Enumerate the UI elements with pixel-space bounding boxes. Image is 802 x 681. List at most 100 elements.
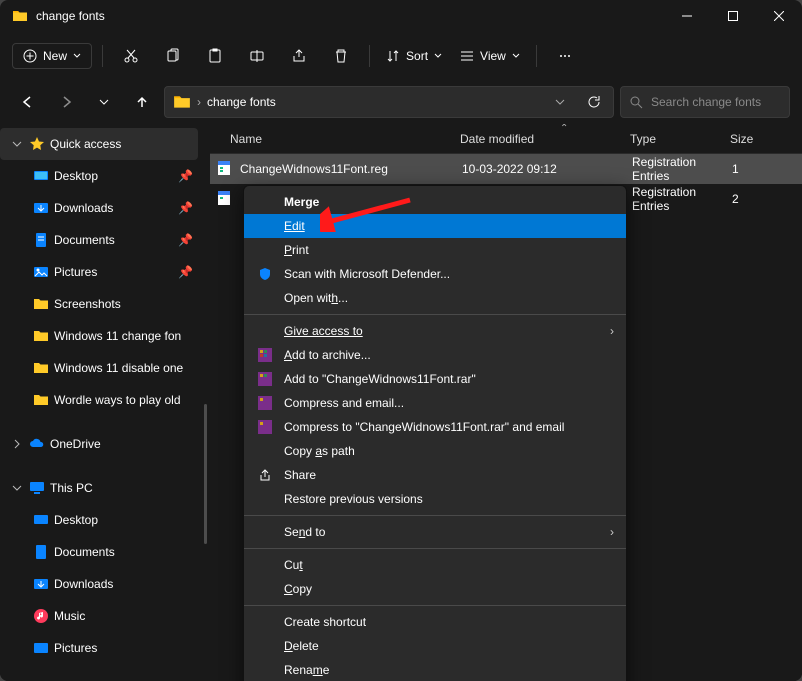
separator bbox=[244, 515, 626, 516]
chevron-right-icon[interactable]: › bbox=[197, 95, 201, 109]
search-icon bbox=[629, 95, 643, 109]
sidebar-item-screenshots[interactable]: Screenshots bbox=[0, 288, 198, 320]
chevron-right-icon[interactable] bbox=[10, 439, 24, 449]
close-button[interactable] bbox=[756, 0, 802, 32]
menu-giveaccess[interactable]: Give access to› bbox=[244, 319, 626, 343]
share-button[interactable] bbox=[281, 38, 317, 74]
winrar-icon bbox=[256, 346, 274, 364]
separator bbox=[244, 548, 626, 549]
sidebar-item-folder[interactable]: Windows 11 disable one bbox=[0, 352, 198, 384]
winrar-icon bbox=[256, 394, 274, 412]
menu-copypath[interactable]: Copy as path bbox=[244, 439, 626, 463]
desktop-icon bbox=[32, 511, 50, 529]
menu-addto[interactable]: Add to "ChangeWidnows11Font.rar" bbox=[244, 367, 626, 391]
recent-button[interactable] bbox=[88, 86, 120, 118]
downloads-icon bbox=[32, 575, 50, 593]
titlebar[interactable]: change fonts bbox=[0, 0, 802, 32]
copy-button[interactable] bbox=[155, 38, 191, 74]
pin-icon: 📌 bbox=[178, 233, 198, 247]
menu-share[interactable]: Share bbox=[244, 463, 626, 487]
menu-edit[interactable]: Edit bbox=[244, 214, 626, 238]
sidebar-item-desktop[interactable]: Desktop📌 bbox=[0, 160, 198, 192]
new-button[interactable]: New bbox=[12, 43, 92, 69]
file-size: 1 bbox=[732, 162, 739, 176]
folder-icon bbox=[173, 93, 191, 111]
sidebar-pc-desktop[interactable]: Desktop bbox=[0, 504, 198, 536]
view-button[interactable]: View bbox=[454, 45, 526, 67]
chevron-down-icon bbox=[434, 52, 442, 60]
minimize-button[interactable] bbox=[664, 0, 710, 32]
pictures-icon bbox=[32, 639, 50, 657]
sidebar-pc-pictures[interactable]: Pictures bbox=[0, 632, 198, 664]
sidebar-pc-downloads[interactable]: Downloads bbox=[0, 568, 198, 600]
menu-delete[interactable]: Delete bbox=[244, 634, 626, 658]
sidebar-pc-music[interactable]: Music bbox=[0, 600, 198, 632]
winrar-icon bbox=[256, 370, 274, 388]
music-icon bbox=[32, 607, 50, 625]
menu-openwith[interactable]: Open with... bbox=[244, 286, 626, 310]
sidebar-quick-access[interactable]: Quick access bbox=[0, 128, 198, 160]
menu-rename[interactable]: Rename bbox=[244, 658, 626, 681]
divider bbox=[102, 45, 103, 67]
sidebar-item-pictures[interactable]: Pictures📌 bbox=[0, 256, 198, 288]
menu-createshortcut[interactable]: Create shortcut bbox=[244, 610, 626, 634]
menu-copy[interactable]: Copy bbox=[244, 577, 626, 601]
chevron-right-icon: › bbox=[610, 324, 614, 338]
sidebar-onedrive[interactable]: OneDrive bbox=[0, 428, 198, 460]
rename-button[interactable] bbox=[239, 38, 275, 74]
file-row[interactable]: ChangeWidnows11Font.reg 10-03-2022 09:12… bbox=[210, 154, 802, 184]
sidebar-item-downloads[interactable]: Downloads📌 bbox=[0, 192, 198, 224]
sort-button[interactable]: Sort bbox=[380, 45, 448, 67]
back-button[interactable] bbox=[12, 86, 44, 118]
menu-compresstoemail[interactable]: Compress to "ChangeWidnows11Font.rar" an… bbox=[244, 415, 626, 439]
sidebar-pc-documents[interactable]: Documents bbox=[0, 536, 198, 568]
menu-scan[interactable]: Scan with Microsoft Defender... bbox=[244, 262, 626, 286]
cut-button[interactable] bbox=[113, 38, 149, 74]
menu-cut[interactable]: Cut bbox=[244, 553, 626, 577]
sidebar-item-folder[interactable]: Wordle ways to play old bbox=[0, 384, 198, 416]
folder-icon bbox=[32, 359, 50, 377]
reg-file-icon bbox=[216, 190, 234, 208]
menu-print[interactable]: Print bbox=[244, 238, 626, 262]
address-bar[interactable]: › change fonts bbox=[164, 86, 614, 118]
sidebar-item-folder[interactable]: Windows 11 change fon bbox=[0, 320, 198, 352]
sidebar[interactable]: Quick access Desktop📌 Downloads📌 Documen… bbox=[0, 124, 210, 681]
sort-label: Sort bbox=[406, 49, 428, 63]
breadcrumb-item[interactable]: change fonts bbox=[207, 95, 276, 109]
delete-button[interactable] bbox=[323, 38, 359, 74]
window-controls bbox=[664, 0, 802, 32]
nav-row: › change fonts Search change fonts bbox=[0, 80, 802, 124]
view-icon bbox=[460, 49, 474, 63]
divider bbox=[536, 45, 537, 67]
maximize-button[interactable] bbox=[710, 0, 756, 32]
menu-sendto[interactable]: Send to› bbox=[244, 520, 626, 544]
folder-icon bbox=[32, 391, 50, 409]
col-name[interactable]: Name bbox=[210, 132, 460, 146]
file-type: Registration Entries bbox=[632, 155, 732, 183]
more-button[interactable] bbox=[547, 38, 583, 74]
file-name: ChangeWidnows11Font.reg bbox=[240, 162, 462, 176]
separator bbox=[244, 314, 626, 315]
menu-addarchive[interactable]: Add to archive... bbox=[244, 343, 626, 367]
sidebar-thispc[interactable]: This PC bbox=[0, 472, 198, 504]
cloud-icon bbox=[28, 435, 46, 453]
col-date[interactable]: Date modified bbox=[460, 132, 630, 146]
column-headers[interactable]: ⌃ Name Date modified Type Size bbox=[210, 124, 802, 154]
sidebar-item-documents[interactable]: Documents📌 bbox=[0, 224, 198, 256]
search-box[interactable]: Search change fonts bbox=[620, 86, 790, 118]
sort-icon bbox=[386, 49, 400, 63]
paste-button[interactable] bbox=[197, 38, 233, 74]
refresh-button[interactable] bbox=[579, 95, 609, 109]
col-size[interactable]: Size bbox=[730, 132, 802, 146]
col-type[interactable]: Type bbox=[630, 132, 730, 146]
chevron-down-icon[interactable] bbox=[547, 97, 573, 107]
view-label: View bbox=[480, 49, 506, 63]
chevron-down-icon[interactable] bbox=[10, 483, 24, 493]
menu-merge[interactable]: Merge bbox=[244, 190, 626, 214]
chevron-down-icon bbox=[73, 52, 81, 60]
forward-button[interactable] bbox=[50, 86, 82, 118]
up-button[interactable] bbox=[126, 86, 158, 118]
menu-compressemail[interactable]: Compress and email... bbox=[244, 391, 626, 415]
menu-restore[interactable]: Restore previous versions bbox=[244, 487, 626, 511]
chevron-down-icon[interactable] bbox=[10, 139, 24, 149]
